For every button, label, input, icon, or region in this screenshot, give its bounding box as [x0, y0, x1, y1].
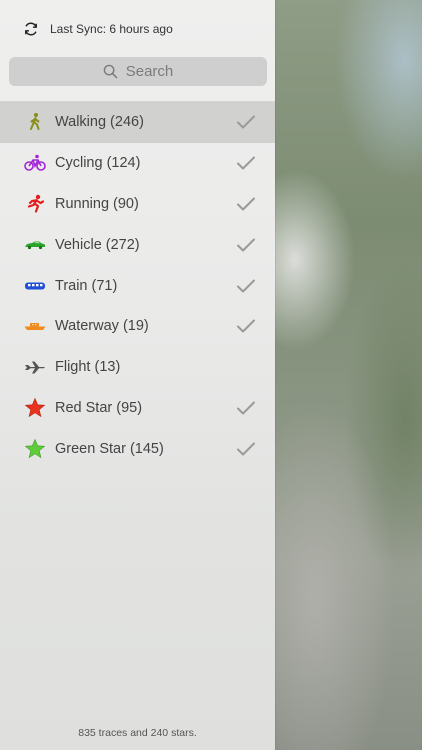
search-icon [103, 64, 118, 79]
car-icon [24, 234, 46, 256]
category-row-red-star[interactable]: Red Star (95) [0, 388, 275, 429]
sync-status[interactable]: Last Sync: 6 hours ago [22, 18, 173, 40]
sidebar-panel: Last Sync: 6 hours ago Search Walking (2… [0, 0, 275, 750]
checkmark-icon [237, 442, 255, 456]
walking-icon [24, 111, 46, 133]
bicycle-icon [24, 152, 46, 174]
category-label: Waterway (19) [55, 318, 149, 335]
red-star-icon [24, 397, 46, 419]
category-label: Red Star (95) [55, 399, 143, 416]
category-row-green-star[interactable]: Green Star (145) [0, 428, 275, 469]
running-icon [24, 193, 46, 215]
category-row-waterway[interactable]: Waterway (19) [0, 306, 275, 347]
sync-label: Last Sync: 6 hours ago [50, 22, 173, 36]
category-label: Running (90) [55, 195, 139, 212]
search-field[interactable]: Search [9, 57, 267, 86]
sync-icon [25, 22, 37, 36]
category-label: Vehicle (272) [55, 236, 140, 253]
checkmark-icon [237, 197, 255, 211]
category-row-train[interactable]: Train (71) [0, 265, 275, 306]
checkmark-icon [237, 115, 255, 129]
category-row-flight[interactable]: Flight (13) [0, 347, 275, 388]
category-row-walking[interactable]: Walking (246) [0, 102, 275, 143]
category-row-cycling[interactable]: Cycling (124) [0, 143, 275, 184]
category-row-running[interactable]: Running (90) [0, 184, 275, 225]
checkmark-icon [237, 279, 255, 293]
map-background[interactable] [275, 0, 422, 750]
boat-icon [24, 315, 46, 337]
search-placeholder: Search [125, 63, 174, 80]
airplane-icon [24, 356, 46, 378]
checkmark-icon [237, 401, 255, 415]
checkmark-icon [237, 156, 255, 170]
category-row-vehicle[interactable]: Vehicle (272) [0, 224, 275, 265]
category-list: Walking (246) Cycling (124) Running (90)… [0, 102, 275, 469]
summary-footer: 835 traces and 240 stars. [78, 727, 197, 739]
checkmark-icon [237, 238, 255, 252]
checkmark-icon [237, 319, 255, 333]
category-label: Flight (13) [55, 359, 121, 376]
category-label: Cycling (124) [55, 155, 141, 172]
category-label: Train (71) [55, 277, 118, 294]
green-star-icon [24, 438, 46, 460]
train-icon [24, 275, 46, 297]
category-label: Green Star (145) [55, 440, 164, 457]
category-label: Walking (246) [55, 114, 144, 131]
